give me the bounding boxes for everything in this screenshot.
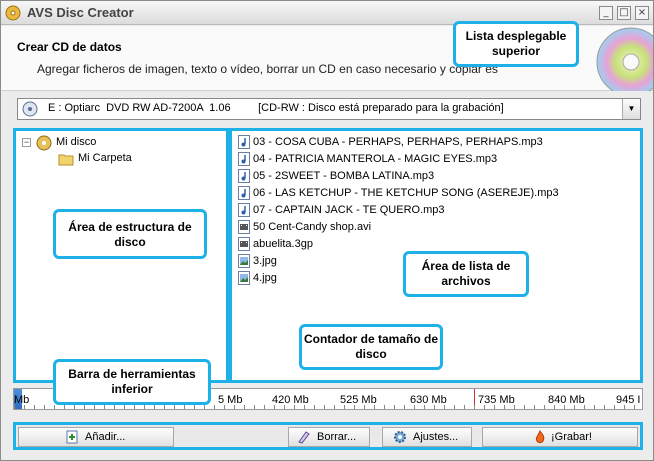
audio-file-icon <box>238 152 250 166</box>
file-name: 07 - CAPTAIN JACK - TE QUERO.mp3 <box>253 204 445 216</box>
add-file-icon <box>66 430 78 444</box>
image-file-icon <box>238 271 250 285</box>
add-button-label: Añadir... <box>85 431 126 443</box>
size-tick-label: 525 Mb <box>340 394 377 406</box>
file-list-item[interactable]: abuelita.3gp <box>238 237 313 254</box>
size-tick-label: 735 Mb <box>478 394 515 406</box>
app-disc-icon <box>5 5 21 21</box>
file-list-item[interactable]: 03 - COSA CUBA - PERHAPS, PERHAPS, PERHA… <box>238 135 543 152</box>
audio-file-icon <box>238 203 250 217</box>
file-name: abuelita.3gp <box>253 238 313 250</box>
add-button[interactable]: Añadir... <box>18 427 174 447</box>
collapse-icon[interactable]: − <box>22 138 31 147</box>
audio-file-icon <box>238 186 250 200</box>
callout-file-list-area: Área de lista de archivos <box>403 251 529 297</box>
file-name: 05 - 2SWEET - BOMBA LATINA.mp3 <box>253 170 435 182</box>
size-tick-label: 840 Mb <box>548 394 585 406</box>
tree-item-label: Mi disco <box>56 136 97 148</box>
file-name: 50 Cent-Candy shop.avi <box>253 221 372 233</box>
file-list-item[interactable]: 04 - PATRICIA MANTEROLA - MAGIC EYES.mp3 <box>238 152 497 169</box>
file-name: 4.jpg <box>253 272 277 284</box>
file-name: 3.jpg <box>253 255 277 267</box>
disc-icon <box>36 135 52 151</box>
dropdown-arrow-icon[interactable]: ▼ <box>622 99 640 119</box>
video-file-icon <box>238 237 250 251</box>
bottom-toolbar: Añadir... Borrar... Ajustes... ¡Grabar! <box>13 422 643 450</box>
minimize-button[interactable]: _ <box>599 6 613 20</box>
maximize-button[interactable]: □ <box>617 6 631 20</box>
file-list-item[interactable]: 06 - LAS KETCHUP - THE KETCHUP SONG (ASE… <box>238 186 559 203</box>
erase-button[interactable]: Borrar... <box>288 427 370 447</box>
callout-top-dropdown: Lista desplegable superior <box>453 21 579 67</box>
file-list-item[interactable]: 3.jpg <box>238 254 277 271</box>
callout-tree-area: Área de estructura de disco <box>53 209 207 259</box>
file-list-item[interactable]: 4.jpg <box>238 271 277 288</box>
close-button[interactable]: × <box>635 6 649 20</box>
size-tick-label: 5 Mb <box>218 394 243 406</box>
drive-select-value: E : Optiarc DVD RW AD-7200A 1.06 [CD-RW … <box>48 102 504 114</box>
drive-select[interactable]: E : Optiarc DVD RW AD-7200A 1.06 [CD-RW … <box>17 98 641 120</box>
audio-file-icon <box>238 135 250 149</box>
burn-button-label: ¡Grabar! <box>551 431 592 443</box>
file-name: 04 - PATRICIA MANTEROLA - MAGIC EYES.mp3 <box>253 153 498 165</box>
optical-drive-icon <box>22 101 38 117</box>
callout-bottom-toolbar: Barra de herramientas inferior <box>53 359 211 405</box>
size-tick-label: 420 Mb <box>272 394 309 406</box>
file-list-item[interactable]: 07 - CAPTAIN JACK - TE QUERO.mp3 <box>238 203 445 220</box>
burn-button[interactable]: ¡Grabar! <box>482 427 638 447</box>
image-file-icon <box>238 254 250 268</box>
file-list-item[interactable]: 50 Cent-Candy shop.avi <box>238 220 371 237</box>
size-tick-label: Mb <box>14 394 30 406</box>
eraser-icon <box>298 431 310 444</box>
callout-size-counter: Contador de tamaño de disco <box>299 324 443 370</box>
video-file-icon <box>238 220 250 234</box>
size-tick-label: 630 Mb <box>410 394 447 406</box>
file-list-item[interactable]: 05 - 2SWEET - BOMBA LATINA.mp3 <box>238 169 434 186</box>
file-name: 06 - LAS KETCHUP - THE KETCHUP SONG (ASE… <box>253 187 559 199</box>
page-subtitle: Agregar ficheros de imagen, texto o víde… <box>37 62 498 76</box>
settings-button-label: Ajustes... <box>413 431 459 443</box>
window-title: AVS Disc Creator <box>27 5 134 20</box>
page-title: Crear CD de datos <box>17 40 122 54</box>
disc-logo-icon <box>596 27 653 91</box>
tree-item-label: Mi Carpeta <box>78 152 132 164</box>
app-window: AVS Disc Creator _ □ × Crear CD de datos… <box>0 0 654 461</box>
gear-icon <box>394 431 406 443</box>
settings-button[interactable]: Ajustes... <box>382 427 472 447</box>
file-name: 03 - COSA CUBA - PERHAPS, PERHAPS, PERHA… <box>253 136 543 148</box>
erase-button-label: Borrar... <box>317 431 357 443</box>
folder-icon <box>58 154 74 166</box>
audio-file-icon <box>238 169 250 183</box>
size-tick-label: 945 I <box>616 394 641 406</box>
flame-icon <box>535 430 545 443</box>
